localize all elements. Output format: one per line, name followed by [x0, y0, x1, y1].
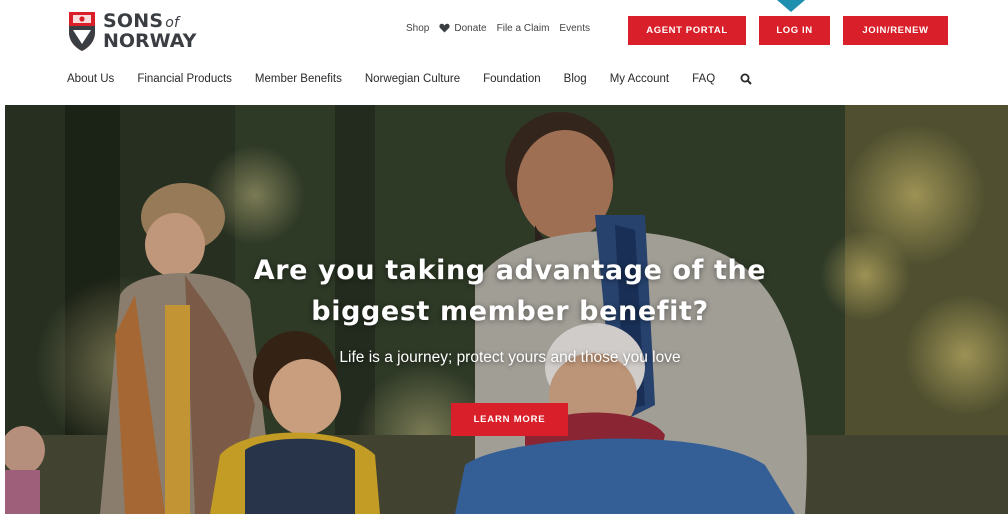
join-renew-button[interactable]: JOIN/RENEW: [843, 16, 948, 45]
logo-line-1: SONS of: [103, 9, 196, 32]
logo-wordmark: SONS of NORWAY: [103, 9, 197, 52]
donate-link[interactable]: Donate: [454, 23, 486, 34]
utility-nav: Shop Donate File a Claim Events: [406, 20, 600, 36]
file-claim-link[interactable]: File a Claim: [497, 23, 550, 34]
login-indicator-arrow: [777, 0, 805, 12]
shop-link[interactable]: Shop: [406, 23, 429, 34]
learn-more-button[interactable]: LEARN MORE: [451, 403, 568, 436]
sons-of-norway-logo[interactable]: SONS of NORWAY: [67, 9, 207, 53]
search-icon[interactable]: [740, 73, 752, 85]
log-in-button[interactable]: LOG IN: [759, 16, 830, 45]
hero-headline-line-2: biggest member benefit?: [311, 296, 709, 327]
nav-financial-products[interactable]: Financial Products: [137, 73, 232, 85]
nav-my-account[interactable]: My Account: [610, 73, 669, 85]
logo-sons-text: SONS: [103, 9, 164, 32]
nav-member-benefits[interactable]: Member Benefits: [255, 73, 342, 85]
main-nav: About Us Financial Products Member Benef…: [67, 70, 752, 88]
nav-norwegian-culture[interactable]: Norwegian Culture: [365, 73, 460, 85]
events-link[interactable]: Events: [559, 23, 590, 34]
nav-blog[interactable]: Blog: [564, 73, 587, 85]
site-header: SONS of NORWAY Shop Donate File a Claim E…: [0, 0, 1008, 105]
heart-icon: [439, 23, 450, 33]
hero-subtitle: Life is a journey; protect yours and tho…: [339, 349, 681, 366]
logo-norway-text: NORWAY: [103, 29, 197, 52]
nav-about-us[interactable]: About Us: [67, 73, 114, 85]
hero-headline: Are you taking advantage of the biggest …: [145, 250, 875, 332]
shield-logo-icon: [69, 12, 95, 51]
hero-banner: Are you taking advantage of the biggest …: [5, 105, 1008, 514]
logo-of-text: of: [165, 14, 180, 31]
nav-foundation[interactable]: Foundation: [483, 73, 541, 85]
agent-portal-button[interactable]: AGENT PORTAL: [628, 16, 746, 45]
hero-headline-line-1: Are you taking advantage of the: [253, 255, 767, 286]
nav-faq[interactable]: FAQ: [692, 73, 715, 85]
